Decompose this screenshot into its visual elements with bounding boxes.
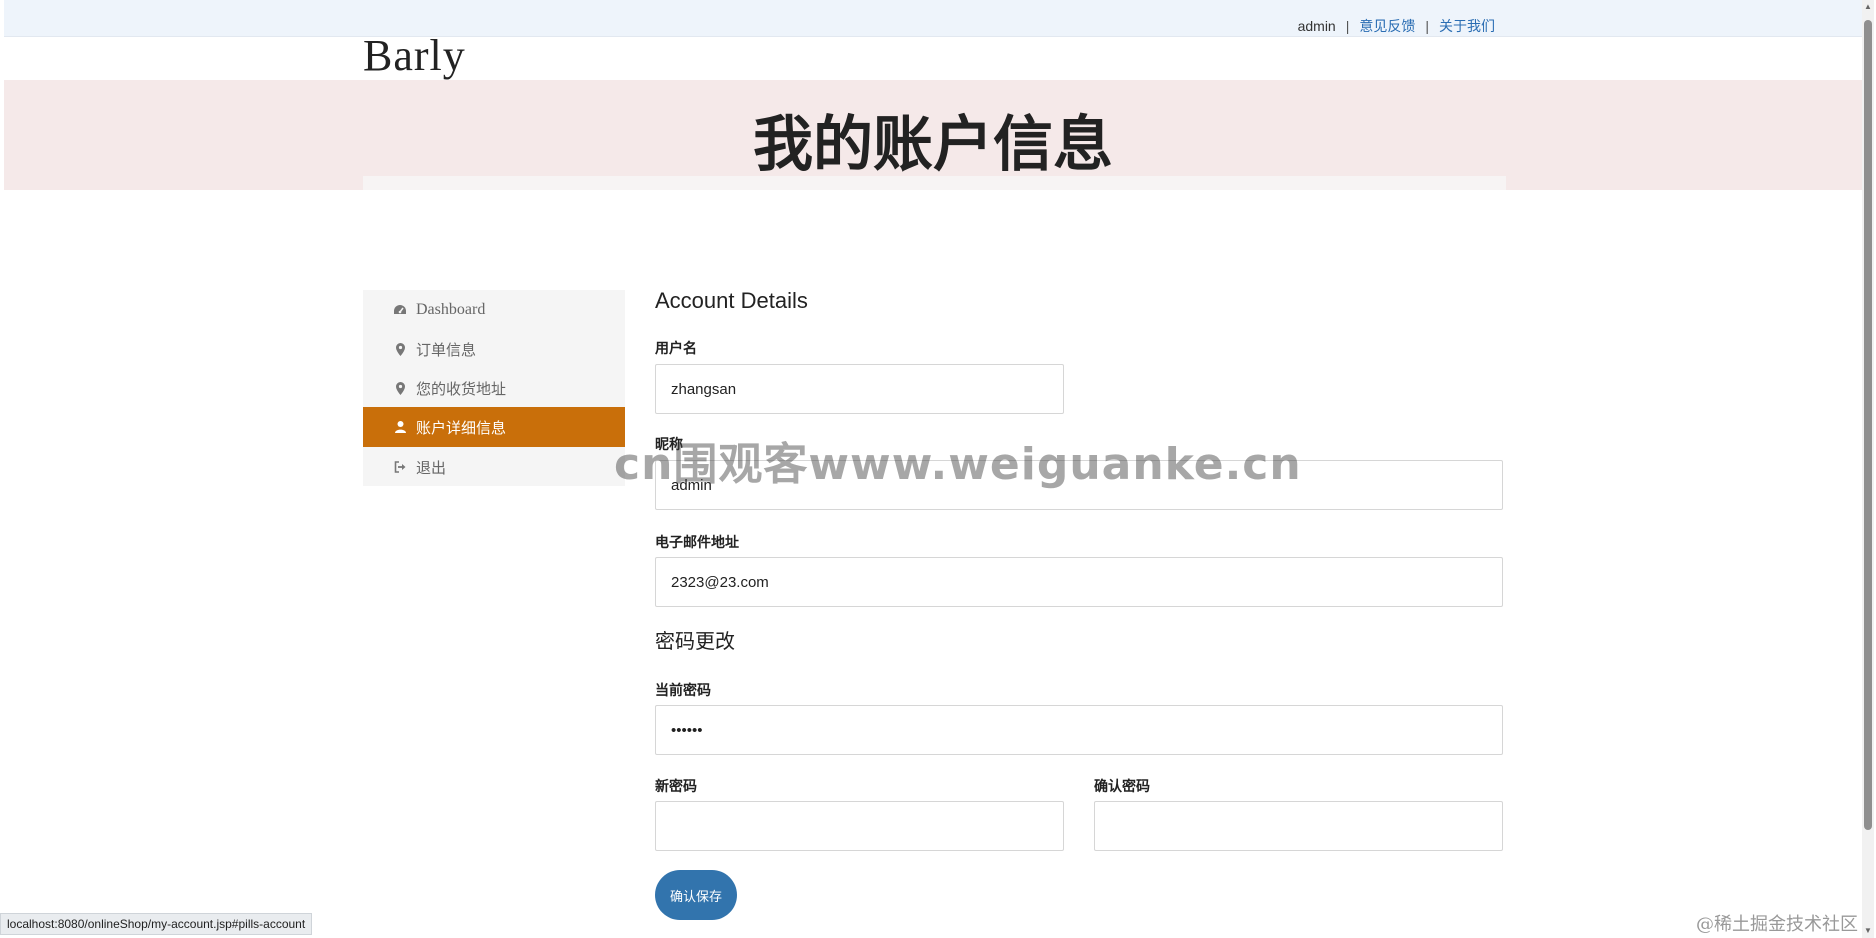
email-label: 电子邮件地址: [655, 534, 739, 550]
page-hero: 我的账户信息: [4, 80, 1862, 190]
nav-separator: |: [1345, 18, 1350, 34]
top-nav: admin | 意见反馈 | 关于我们: [1298, 16, 1495, 36]
sidebar-item-label: 退出: [416, 459, 447, 477]
map-marker-icon: [392, 342, 408, 356]
scroll-up-icon[interactable]: ▲: [1862, 0, 1874, 14]
page-title: 我的账户信息: [753, 111, 1113, 178]
password-section-title: 密码更改: [655, 631, 735, 653]
site-logo[interactable]: Barly: [363, 30, 466, 81]
new-password-field[interactable]: [655, 801, 1064, 851]
current-password-field[interactable]: ••••••: [655, 705, 1503, 755]
page-scrollbar[interactable]: ▲ ▼: [1862, 0, 1874, 938]
scrollbar-thumb[interactable]: [1864, 20, 1872, 830]
confirm-password-label: 确认密码: [1094, 778, 1150, 794]
sidebar-item-account[interactable]: 账户详细信息: [363, 407, 625, 447]
map-marker-icon: [392, 381, 408, 395]
page: admin | 意见反馈 | 关于我们 Barly 我的账户信息 Dashboa…: [0, 0, 1876, 938]
username-label: 用户名: [655, 340, 697, 356]
account-sidebar: Dashboard 订单信息 您的收货地址 账户详细信息 退出: [363, 290, 625, 486]
sidebar-item-label: 您的收货地址: [416, 380, 507, 398]
email-field[interactable]: 2323@23.com: [655, 557, 1503, 607]
scroll-down-icon[interactable]: ▼: [1862, 924, 1874, 938]
sidebar-item-label: 账户详细信息: [416, 419, 507, 437]
about-link[interactable]: 关于我们: [1439, 16, 1495, 36]
section-title: Account Details: [655, 288, 808, 313]
sidebar-item-orders[interactable]: 订单信息: [363, 329, 625, 369]
watermark-overlay: cn围观客www.weiguanke.cn: [614, 439, 1302, 490]
dashboard-icon: [392, 304, 408, 316]
feedback-link[interactable]: 意见反馈: [1359, 16, 1415, 36]
top-bar: admin | 意见反馈 | 关于我们: [4, 0, 1862, 37]
sidebar-item-label: Dashboard: [416, 301, 486, 318]
hero-divider: [363, 176, 1506, 190]
sidebar-item-dashboard[interactable]: Dashboard: [363, 290, 625, 330]
current-password-label: 当前密码: [655, 682, 711, 698]
corner-watermark: @稀土掘金技术社区: [1696, 914, 1858, 935]
sidebar-item-label: 订单信息: [416, 341, 477, 359]
confirm-password-field[interactable]: [1094, 801, 1503, 851]
user-icon: [392, 421, 408, 433]
browser-status-bar: localhost:8080/onlineShop/my-account.jsp…: [0, 913, 313, 935]
current-user: admin: [1297, 18, 1336, 34]
username-field[interactable]: zhangsan: [655, 364, 1064, 414]
new-password-label: 新密码: [655, 778, 697, 794]
sidebar-item-logout[interactable]: 退出: [363, 447, 625, 487]
sidebar-item-address[interactable]: 您的收货地址: [363, 368, 625, 408]
sign-out-icon: [392, 461, 408, 473]
save-button[interactable]: 确认保存: [655, 870, 737, 920]
nav-separator: |: [1425, 18, 1429, 34]
